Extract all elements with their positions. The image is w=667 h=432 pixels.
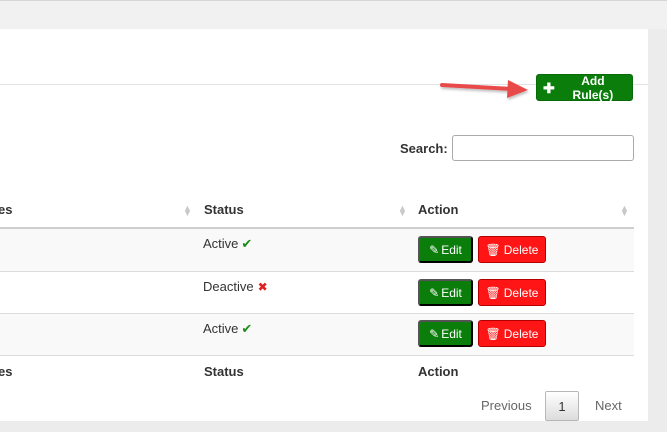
edit-label: Edit — [441, 242, 462, 257]
trash-icon: 🗑 — [485, 242, 501, 257]
sort-icon[interactable]: ▲ ▼ — [183, 204, 192, 218]
column-header-status[interactable]: Status — [204, 202, 244, 217]
pagination-previous[interactable]: Previous — [481, 398, 532, 413]
sort-icon[interactable]: ▲ ▼ — [398, 204, 407, 218]
trash-icon: 🗑 — [485, 326, 501, 341]
table-row: Active ✔ ✎ Edit 🗑 Delete — [0, 229, 634, 271]
top-band — [0, 1, 667, 29]
edit-icon: ✎ — [429, 242, 440, 257]
delete-label: Delete — [503, 285, 539, 300]
column-footer-status: Status — [204, 364, 244, 379]
row-divider — [0, 355, 634, 356]
status-text: Active — [203, 321, 239, 336]
sort-icon[interactable]: ▲ ▼ — [620, 204, 629, 218]
column-header-action[interactable]: Action — [418, 202, 458, 217]
check-icon: ✔ — [241, 236, 253, 251]
edit-button[interactable]: ✎ Edit — [418, 279, 473, 306]
edit-label: Edit — [441, 326, 462, 341]
delete-label: Delete — [503, 242, 539, 257]
search-input[interactable] — [452, 135, 634, 161]
red-arrow-icon — [440, 80, 528, 98]
add-rule-label: Add Rule(s) — [572, 73, 614, 102]
plus-icon: ✚ — [543, 79, 555, 96]
pagination-next[interactable]: Next — [595, 398, 622, 413]
delete-button[interactable]: 🗑 Delete — [478, 279, 546, 306]
table-row: Deactive ✖ ✎ Edit 🗑 Delete — [0, 272, 634, 313]
edit-icon: ✎ — [429, 326, 440, 341]
column-footer-partial: es — [0, 364, 13, 379]
bottom-strip — [0, 421, 667, 432]
status-cell: Active ✔ — [203, 321, 252, 337]
edit-button[interactable]: ✎ Edit — [418, 236, 473, 263]
edit-icon: ✎ — [429, 285, 440, 300]
table-row: Active ✔ ✎ Edit 🗑 Delete — [0, 314, 634, 355]
status-text: Active — [203, 236, 239, 251]
trash-icon: 🗑 — [485, 285, 501, 300]
delete-label: Delete — [503, 326, 539, 341]
column-footer-action: Action — [418, 364, 459, 379]
cross-icon: ✖ — [257, 280, 268, 294]
search-label: Search: — [400, 141, 448, 156]
status-cell: Active ✔ — [203, 236, 252, 252]
column-header-partial[interactable]: es — [0, 202, 12, 217]
add-rule-button[interactable]: ✚ Add Rule(s) — [536, 73, 633, 102]
delete-button[interactable]: 🗑 Delete — [478, 236, 546, 263]
delete-button[interactable]: 🗑 Delete — [478, 320, 546, 347]
edit-label: Edit — [441, 285, 462, 300]
edit-button[interactable]: ✎ Edit — [418, 320, 473, 347]
check-icon: ✔ — [241, 321, 253, 336]
status-text: Deactive — [203, 279, 254, 294]
pagination-page[interactable]: 1 — [545, 391, 579, 421]
status-cell: Deactive ✖ — [203, 279, 268, 294]
